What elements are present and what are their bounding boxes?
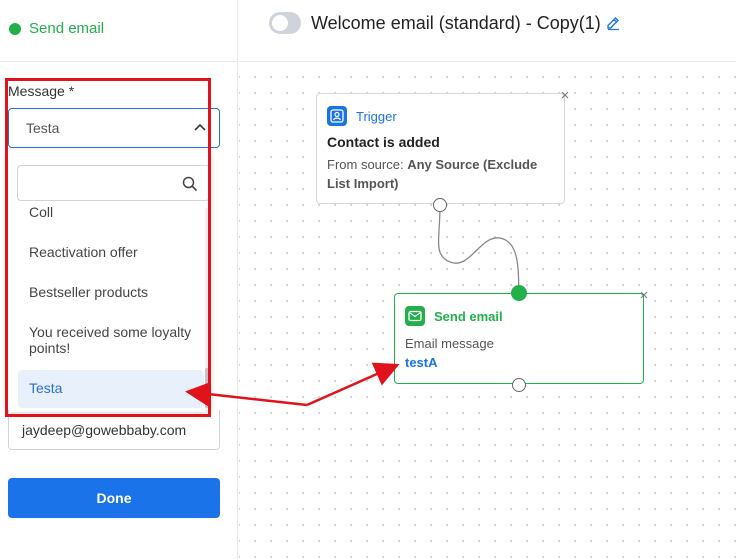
send-email-input-port[interactable] bbox=[511, 285, 527, 301]
send-email-node[interactable]: Send email × Email message testA bbox=[394, 288, 648, 384]
email-message-label: Email message bbox=[405, 336, 494, 351]
dropdown-scrollbar[interactable] bbox=[205, 208, 210, 412]
workflow-title: Welcome email (standard) - Copy(1) bbox=[311, 13, 601, 33]
close-icon[interactable]: × bbox=[637, 288, 651, 303]
send-email-output-port[interactable] bbox=[512, 378, 526, 392]
panel-title: Send email bbox=[29, 20, 105, 37]
close-icon[interactable]: × bbox=[558, 88, 572, 103]
done-button[interactable]: Done bbox=[8, 478, 220, 518]
send-email-tag: Send email bbox=[434, 309, 503, 324]
trigger-node[interactable]: Trigger × Contact is added From source: … bbox=[316, 88, 569, 204]
trigger-title: Contact is added bbox=[327, 134, 440, 150]
search-icon bbox=[182, 176, 198, 192]
dropdown-option[interactable]: You received some loyalty points! bbox=[18, 324, 204, 356]
scrollbar-thumb[interactable] bbox=[205, 368, 210, 408]
email-value: jaydeep@gowebbaby.com bbox=[22, 422, 187, 438]
message-label: Message * bbox=[8, 83, 75, 99]
chevron-up-icon bbox=[194, 123, 206, 131]
panel-header: Send email bbox=[0, 0, 237, 62]
trigger-source-prefix: From source: bbox=[327, 157, 408, 172]
message-select[interactable]: Testa bbox=[8, 108, 220, 148]
dropdown-option-selected[interactable]: Testa bbox=[18, 370, 204, 408]
message-dropdown: Coll Reactivation offer Bestseller produ… bbox=[8, 150, 210, 412]
dropdown-option[interactable]: Coll bbox=[18, 204, 204, 220]
trigger-tag: Trigger bbox=[356, 109, 397, 124]
email-message-value: testA bbox=[405, 355, 438, 370]
message-select-value: Testa bbox=[26, 120, 60, 136]
contact-icon bbox=[327, 106, 347, 126]
toggle-knob bbox=[272, 15, 288, 31]
pencil-icon[interactable] bbox=[605, 15, 621, 31]
dropdown-option[interactable]: Reactivation offer bbox=[18, 244, 204, 260]
dropdown-options: Coll Reactivation offer Bestseller produ… bbox=[8, 202, 204, 412]
workflow-header: Welcome email (standard) - Copy(1) bbox=[239, 0, 736, 62]
workflow-area: Welcome email (standard) - Copy(1) bbox=[239, 0, 736, 559]
trigger-output-port[interactable] bbox=[433, 198, 447, 212]
status-dot-icon bbox=[9, 23, 21, 35]
sidebar-panel: Send email Message * Testa Coll Reactiva… bbox=[0, 0, 238, 559]
dropdown-option[interactable]: Bestseller products bbox=[18, 284, 204, 300]
workflow-toggle[interactable] bbox=[269, 12, 301, 34]
trigger-source: From source: Any Source (Exclude List Im… bbox=[327, 155, 557, 193]
email-field[interactable]: jaydeep@gowebbaby.com bbox=[8, 410, 220, 450]
dropdown-search-input[interactable] bbox=[17, 165, 210, 201]
envelope-icon bbox=[405, 306, 425, 326]
